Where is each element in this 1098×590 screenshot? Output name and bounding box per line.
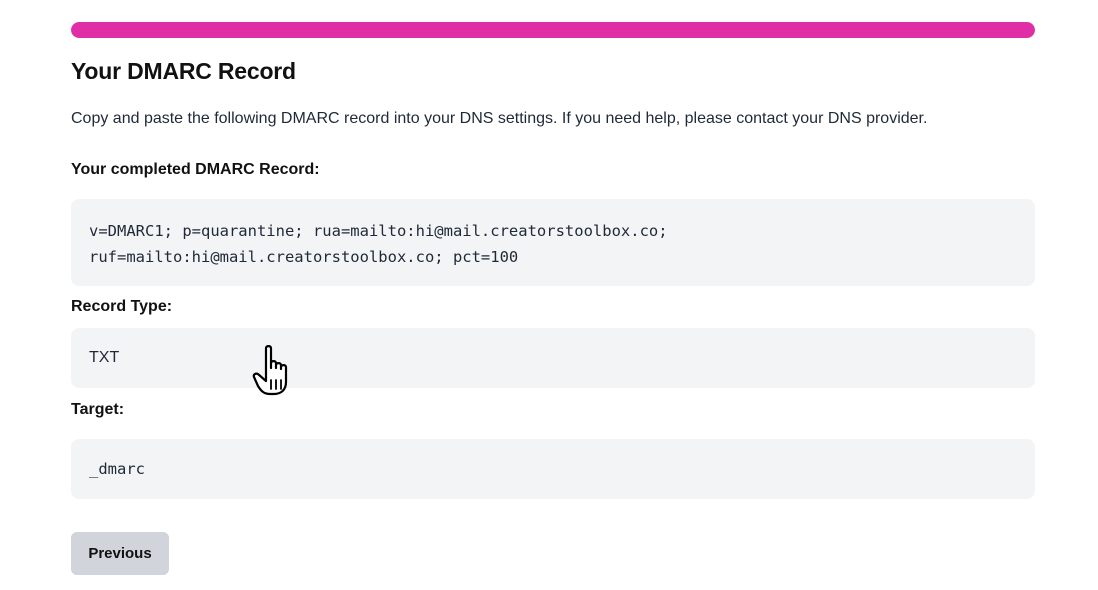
previous-button[interactable]: Previous [71, 532, 169, 575]
target-box[interactable]: _dmarc [71, 439, 1035, 499]
dmarc-record-box[interactable]: v=DMARC1; p=quarantine; rua=mailto:hi@ma… [71, 199, 1035, 286]
record-type-label: Record Type: [71, 298, 173, 315]
progress-bar-fill [71, 22, 1035, 38]
record-label: Your completed DMARC Record: [71, 161, 320, 178]
dmarc-record-line-2: ruf=mailto:hi@mail.creatorstoolbox.co; p… [89, 248, 519, 266]
dmarc-record-line-1: v=DMARC1; p=quarantine; rua=mailto:hi@ma… [89, 222, 668, 240]
record-type-value: TXT [89, 349, 120, 366]
page-title: Your DMARC Record [71, 58, 296, 84]
intro-text: Copy and paste the following DMARC recor… [71, 110, 928, 127]
target-value: _dmarc [89, 460, 145, 478]
record-type-box[interactable]: TXT [71, 328, 1035, 388]
target-label: Target: [71, 401, 125, 418]
progress-bar [71, 22, 1035, 38]
